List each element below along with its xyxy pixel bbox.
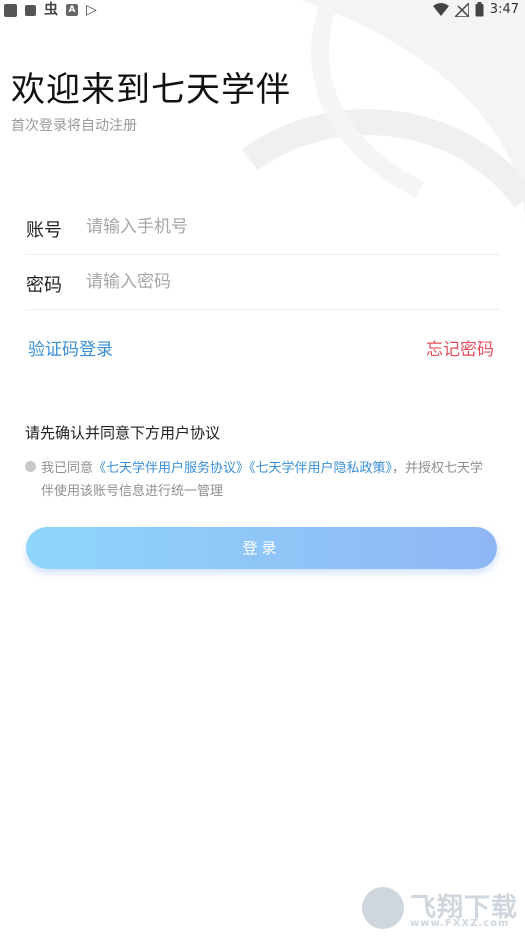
watermark-url: www.FXXZ.com (410, 918, 510, 929)
battery-icon (475, 2, 484, 17)
forgot-password-link[interactable]: 忘记密码 (426, 335, 494, 360)
agreement-block: 我已同意《七天学伴用户服务协议》《七天学伴用户隐私政策》，并授权七天学伴使用该账… (25, 457, 495, 503)
phone-row: 账号 (26, 200, 500, 255)
password-input[interactable] (84, 263, 488, 301)
phone-input[interactable] (84, 208, 488, 246)
agreement-radio[interactable] (25, 461, 36, 472)
agreement-prefix: 我已同意 (41, 461, 94, 476)
square-icon (4, 3, 17, 17)
code-login-link[interactable]: 验证码登录 (28, 335, 113, 360)
privacy-policy-link[interactable]: 《七天学伴用户隐私政策》 (249, 461, 392, 476)
watermark-logo-icon (362, 887, 404, 929)
play-icon: ▷ (86, 2, 97, 18)
status-bar: 虫 A ▷ 3:47 (0, 0, 525, 22)
password-label: 密码 (26, 275, 62, 296)
password-row: 密码 (26, 255, 500, 310)
a-icon: A (66, 4, 78, 16)
page-title: 欢迎来到七天学伴 (11, 70, 291, 110)
status-time: 3:47 (489, 2, 519, 17)
watermark: 飞翔下载 www.FXXZ.com (360, 885, 520, 935)
service-policy-link[interactable]: 《七天学伴用户服务协议》 (93, 461, 249, 476)
agreement-text: 我已同意《七天学伴用户服务协议》《七天学伴用户隐私政策》，并授权七天学伴使用该账… (41, 457, 495, 503)
page-subtitle: 首次登录将自动注册 (11, 118, 137, 134)
bug-icon: 虫 (44, 2, 58, 18)
phone-label: 账号 (26, 220, 62, 241)
square-icon (25, 4, 36, 16)
login-button[interactable]: 登录 (26, 527, 497, 569)
wifi-icon (432, 2, 449, 16)
agreement-notice: 请先确认并同意下方用户协议 (25, 424, 221, 442)
signal-off-icon (454, 2, 469, 17)
